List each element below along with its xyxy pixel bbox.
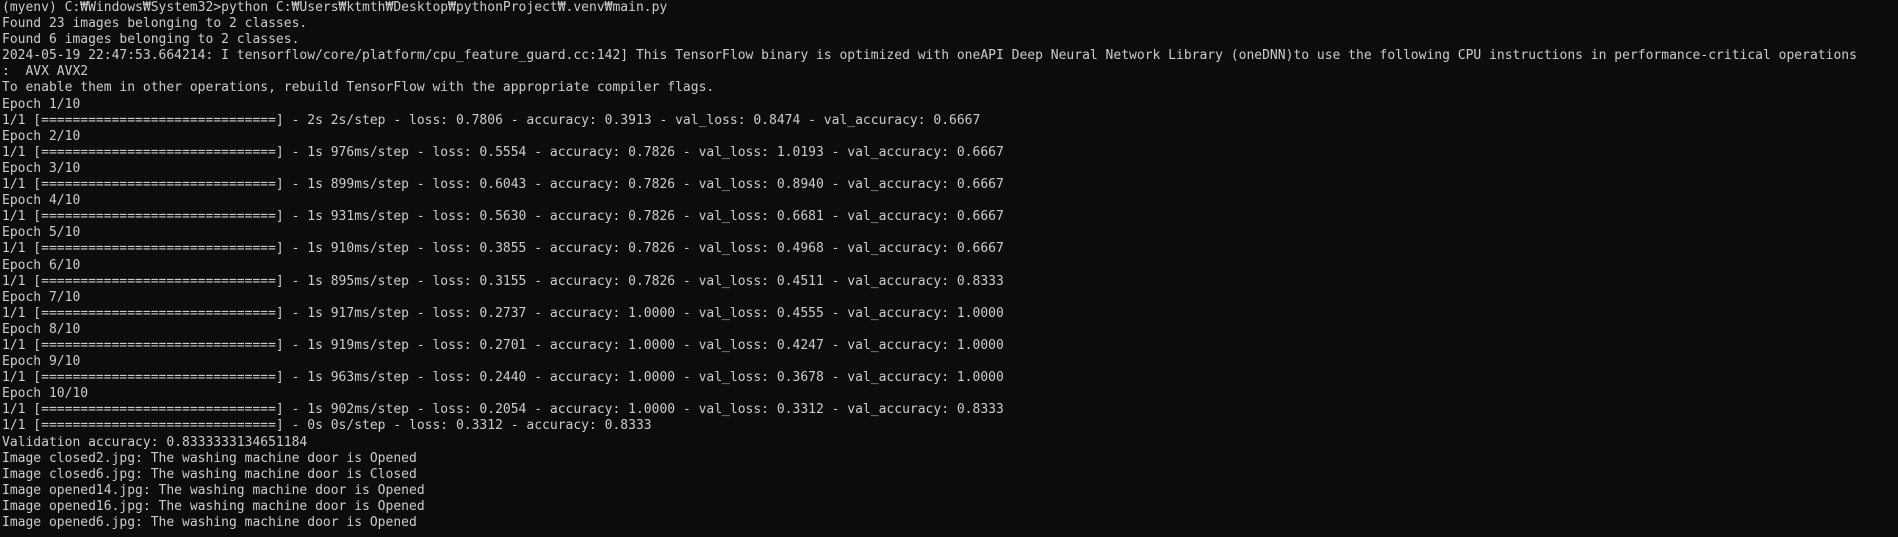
terminal-line: 1/1 [==============================] - 1… [2, 241, 1004, 257]
terminal-line: (myenv) C:₩Windows₩System32>python C:₩Us… [2, 0, 668, 15]
terminal-line: Image closed6.jpg: The washing machine d… [2, 466, 417, 482]
terminal-line: 1/1 [==============================] - 1… [2, 273, 1004, 289]
terminal-line: Epoch 10/10 [2, 386, 89, 402]
terminal-line: Epoch 3/10 [2, 160, 81, 176]
terminal-line: 1/1 [==============================] - 1… [2, 305, 1004, 321]
terminal-line: : AVX AVX2 [2, 64, 89, 80]
terminal-line: Epoch 4/10 [2, 193, 81, 209]
terminal-line: Found 23 images belonging to 2 classes. [2, 16, 308, 32]
terminal-line: 1/1 [==============================] - 1… [2, 144, 1004, 160]
terminal-line: Image opened16.jpg: The washing machine … [2, 498, 425, 514]
terminal-line: Epoch 2/10 [2, 128, 81, 144]
terminal-line: Epoch 5/10 [2, 225, 81, 241]
terminal-line: Epoch 1/10 [2, 96, 81, 112]
terminal-line: 1/1 [==============================] - 1… [2, 337, 1004, 353]
terminal-line: Epoch 8/10 [2, 321, 81, 337]
terminal-line: Image opened6.jpg: The washing machine d… [2, 515, 417, 530]
terminal-line: Image closed2.jpg: The washing machine d… [2, 450, 417, 466]
terminal-line: Image opened14.jpg: The washing machine … [2, 482, 425, 498]
terminal-line: Validation accuracy: 0.8333333134651184 [2, 434, 308, 450]
terminal-line: 1/1 [==============================] - 1… [2, 209, 1004, 225]
terminal-line: Found 6 images belonging to 2 classes. [2, 32, 300, 48]
terminal-line: Epoch 9/10 [2, 354, 81, 370]
terminal-line: 1/1 [==============================] - 1… [2, 370, 1004, 386]
terminal-line: To enable them in other operations, rebu… [2, 80, 715, 96]
terminal-line: Epoch 7/10 [2, 289, 81, 305]
terminal-line: 1/1 [==============================] - 0… [2, 418, 652, 434]
terminal-line: 1/1 [==============================] - 1… [2, 177, 1004, 193]
terminal-output[interactable]: (myenv) C:₩Windows₩System32>python C:₩Us… [0, 0, 1898, 537]
terminal-line: 1/1 [==============================] - 2… [2, 112, 981, 128]
terminal-line: 1/1 [==============================] - 1… [2, 402, 1004, 418]
terminal-line: Epoch 6/10 [2, 257, 81, 273]
terminal-line: 2024-05-19 22:47:53.664214: I tensorflow… [2, 48, 1857, 64]
